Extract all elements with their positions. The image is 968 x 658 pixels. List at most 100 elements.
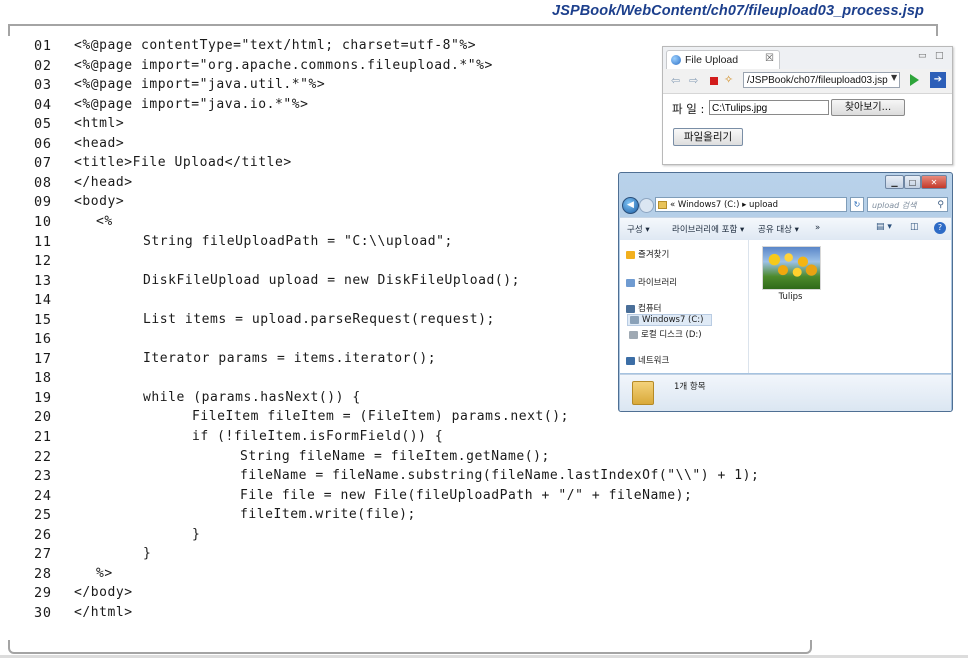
frame-right-hook xyxy=(936,24,938,36)
folder-icon xyxy=(658,201,667,209)
code-line: <head> xyxy=(74,136,125,151)
back-icon[interactable]: ◀ xyxy=(622,197,639,214)
line-number: 10 xyxy=(34,214,52,230)
explorer-maximize-icon[interactable]: □ xyxy=(904,175,921,189)
computer-icon xyxy=(626,304,635,313)
explorer-minimize-icon[interactable]: ▁ xyxy=(885,175,904,189)
code-line: </body> xyxy=(74,585,133,600)
line-number: 02 xyxy=(34,58,52,74)
search-icon[interactable]: ⚲ xyxy=(937,198,944,213)
file-input[interactable]: C:\Tulips.jpg xyxy=(709,100,829,115)
file-label: 파 일 : xyxy=(672,102,705,116)
nav-libraries[interactable]: 라이브러리 xyxy=(626,276,677,288)
nav-network-label: 네트워크 xyxy=(638,356,670,366)
code-line: } xyxy=(143,546,152,561)
code-line: while (params.hasNext()) { xyxy=(143,390,361,405)
line-number: 22 xyxy=(34,449,52,465)
minimize-icon[interactable]: ▭ xyxy=(918,51,927,61)
line-number: 18 xyxy=(34,370,52,386)
code-line: <title>File Upload</title> xyxy=(74,155,292,170)
organize-menu[interactable]: 구성 ▾ xyxy=(627,223,650,235)
nav-network[interactable]: 네트워크 xyxy=(626,354,669,366)
nav-local-disk[interactable]: 로컬 디스크 (D:) xyxy=(629,328,702,340)
external-browser-icon[interactable]: ➔ xyxy=(930,72,946,88)
tulips-thumbnail[interactable] xyxy=(762,246,821,290)
line-number: 14 xyxy=(34,292,52,308)
url-field[interactable]: /JSPBook/ch07/fileupload03.jsp xyxy=(743,72,900,88)
code-line: Iterator params = items.iterator(); xyxy=(143,351,437,366)
code-line: } xyxy=(192,527,201,542)
globe-icon xyxy=(671,55,681,65)
code-line: List items = upload.parseRequest(request… xyxy=(143,312,495,327)
explorer-command-bar: 구성 ▾ 라이브러리에 포함 ▾ 공유 대상 ▾ » ▤ ▾ ◫ ? xyxy=(620,217,951,241)
code-line: %> xyxy=(96,566,113,581)
line-number: 29 xyxy=(34,585,52,601)
search-input[interactable]: upload 검색 ⚲ xyxy=(867,197,948,212)
line-number: 09 xyxy=(34,194,52,210)
code-line: String fileUploadPath = "C:\\upload"; xyxy=(143,234,453,249)
line-number: 03 xyxy=(34,77,52,93)
explorer-close-icon[interactable]: ✕ xyxy=(921,175,947,189)
line-number: 27 xyxy=(34,546,52,562)
line-number: 11 xyxy=(34,234,52,250)
forward-icon[interactable] xyxy=(639,198,654,213)
forward-arrow-icon[interactable]: ⇨ xyxy=(689,74,698,87)
explorer-window: ▁ □ ✕ ◀ « Windows7 (C:) ▸ upload ↻ uploa… xyxy=(618,172,953,412)
nav-windows7-drive[interactable]: Windows7 (C:) xyxy=(627,314,713,326)
stop-icon[interactable] xyxy=(710,77,718,85)
search-placeholder: upload 검색 xyxy=(872,201,917,210)
maximize-icon[interactable]: □ xyxy=(935,51,944,61)
include-library-menu[interactable]: 라이브러리에 포함 ▾ xyxy=(672,223,744,235)
file-path-title: JSPBook/WebContent/ch07/fileupload03_pro… xyxy=(552,3,924,19)
share-menu[interactable]: 공유 대상 ▾ xyxy=(758,223,799,235)
refresh-icon[interactable]: ✧ xyxy=(724,73,733,86)
line-number: 23 xyxy=(34,468,52,484)
preview-pane-icon[interactable]: ◫ xyxy=(910,222,919,232)
line-number: 21 xyxy=(34,429,52,445)
line-number: 15 xyxy=(34,312,52,328)
line-number: 17 xyxy=(34,351,52,367)
browse-button[interactable]: 찾아보기... xyxy=(831,99,905,116)
tab-close-icon[interactable]: ☒ xyxy=(765,53,774,64)
line-number: 01 xyxy=(34,38,52,54)
code-line: </html> xyxy=(74,605,133,620)
nav-favorites[interactable]: 즐겨찾기 xyxy=(626,248,669,260)
line-number: 25 xyxy=(34,507,52,523)
code-line: <body> xyxy=(74,194,125,209)
upload-button[interactable]: 파일올리기 xyxy=(673,128,743,146)
nav-libraries-label: 라이브러리 xyxy=(638,278,678,288)
line-number: 12 xyxy=(34,253,52,269)
nav-computer[interactable]: 컴퓨터 xyxy=(626,302,661,314)
code-line: fileName = fileName.substring(fileName.l… xyxy=(240,468,760,483)
address-refresh-icon[interactable]: ↻ xyxy=(850,197,864,212)
url-dropdown-icon[interactable]: ▼ xyxy=(891,73,897,82)
back-arrow-icon[interactable]: ⇦ xyxy=(671,74,680,87)
address-field[interactable]: « Windows7 (C:) ▸ upload xyxy=(655,197,847,212)
more-menu[interactable]: » xyxy=(815,223,820,233)
code-line: fileItem.write(file); xyxy=(240,507,416,522)
go-icon[interactable] xyxy=(910,74,919,86)
browser-tabbar: File Upload ☒ ▭ □ xyxy=(663,47,952,70)
help-icon[interactable]: ? xyxy=(934,222,946,234)
explorer-nav-pane: 즐겨찾기 라이브러리 컴퓨터 Windows7 (C:) 로컬 디스크 (D:)… xyxy=(620,240,749,373)
window-controls: ▁ □ ✕ xyxy=(885,175,947,190)
code-line: </head> xyxy=(74,175,133,190)
drive-icon xyxy=(630,315,639,324)
line-number: 16 xyxy=(34,331,52,347)
line-number: 20 xyxy=(34,409,52,425)
line-number: 04 xyxy=(34,97,52,113)
frame-top-border xyxy=(8,24,938,26)
code-line: File file = new File(fileUploadPath + "/… xyxy=(240,488,693,503)
frame-bottom-border xyxy=(8,640,812,654)
code-line: <% xyxy=(96,214,113,229)
nav-local-disk-label: 로컬 디스크 (D:) xyxy=(641,330,702,340)
library-icon xyxy=(626,278,635,287)
tab-file-upload[interactable]: File Upload ☒ xyxy=(666,50,780,70)
network-icon xyxy=(626,356,635,365)
view-options-icon[interactable]: ▤ ▾ xyxy=(876,222,892,232)
code-line: DiskFileUpload upload = new DiskFileUplo… xyxy=(143,273,520,288)
explorer-file-view: Tulips xyxy=(749,240,951,373)
nav-computer-label: 컴퓨터 xyxy=(638,304,662,314)
line-number: 07 xyxy=(34,155,52,171)
line-number: 24 xyxy=(34,488,52,504)
